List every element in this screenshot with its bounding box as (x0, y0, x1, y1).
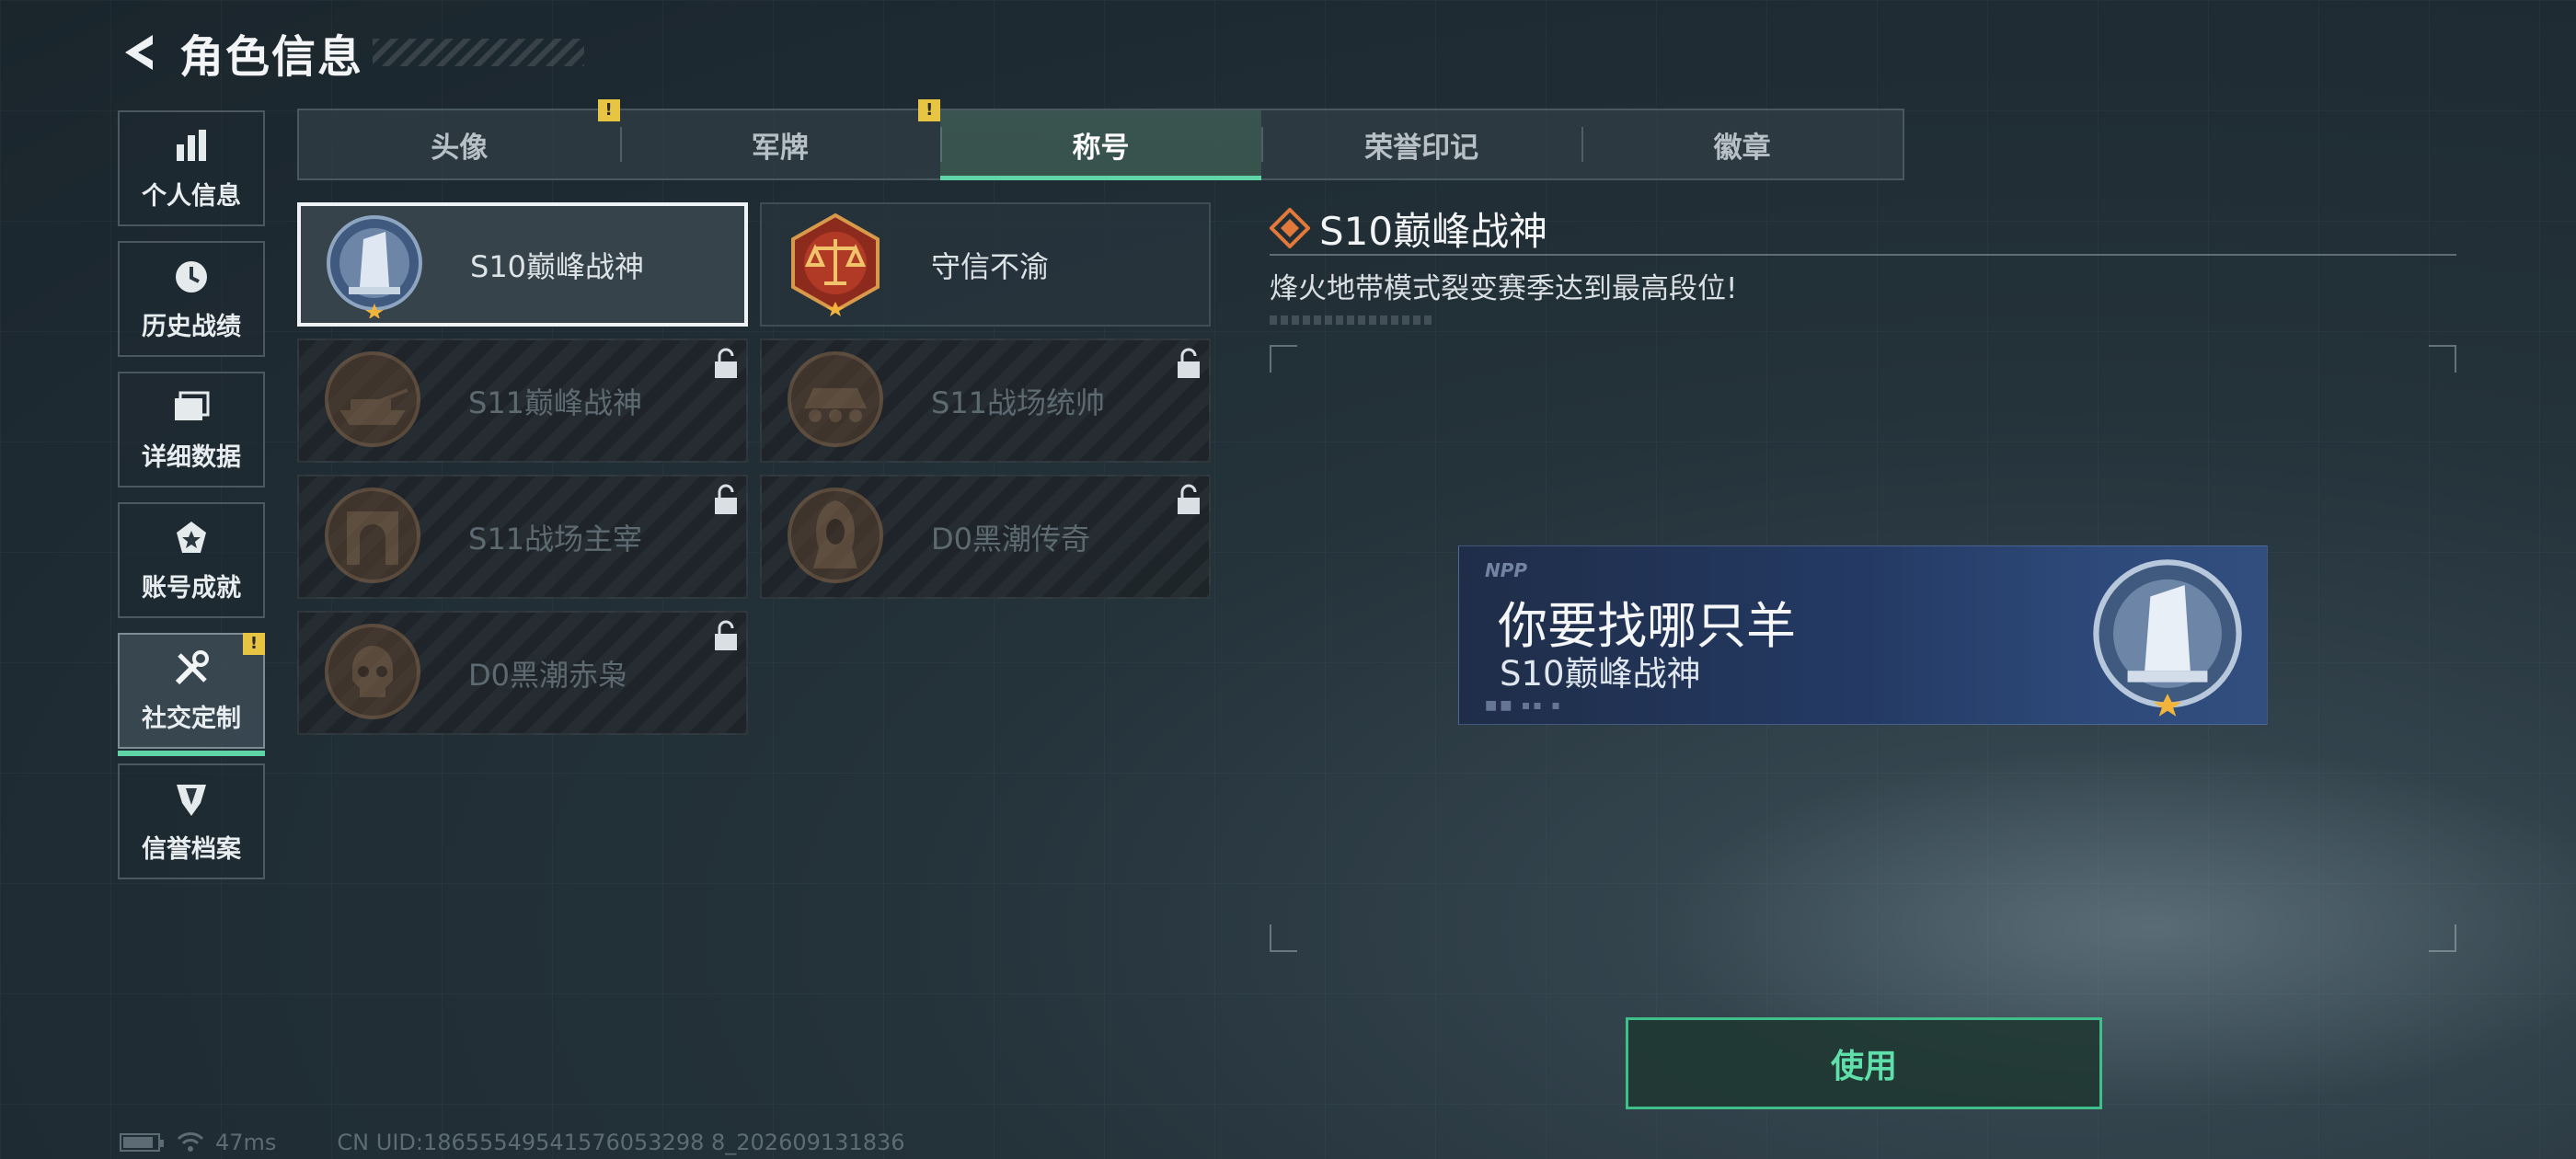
nav-item-social-custom[interactable]: ! 社交定制 (118, 633, 265, 756)
banner-title: S10巅峰战神 (1500, 654, 1701, 694)
title-card[interactable]: S11战场主宰 (297, 475, 748, 599)
title-card[interactable]: S10巅峰战神 (297, 202, 748, 327)
clock-icon (171, 257, 212, 297)
lock-icon (713, 484, 739, 515)
back-arrow-icon (125, 35, 153, 70)
hooded-figure-medal-icon (782, 484, 889, 591)
lock-icon (713, 348, 739, 379)
detail-title: S10巅峰战神 (1319, 208, 1548, 254)
title-label: S10巅峰战神 (470, 248, 645, 284)
nav-item-credit-record[interactable]: 信誉档案 (118, 763, 265, 879)
tank-medal-icon (319, 348, 426, 454)
warning-badge: ! (597, 99, 620, 121)
nameplate-preview: NPP 你要找哪只羊 S10巅峰战神 ■■ ▪▪ ▪ (1458, 545, 2268, 725)
status-footer: 47ms CN UID:18655549541576053298 8_20260… (120, 1130, 905, 1155)
title-label: S11战场统帅 (931, 384, 1106, 420)
folder-icon (171, 387, 212, 428)
title-detail: S10巅峰战神 烽火地带模式裂变赛季达到最高段位! (1270, 202, 2456, 325)
detail-header: S10巅峰战神 (1270, 202, 2456, 256)
title-label: S11巅峰战神 (468, 384, 643, 420)
banner-logo: NPP (1485, 559, 1528, 581)
frame-corner (2429, 924, 2456, 952)
side-nav: 个人信息 历史战绩 详细数据 账号成就 ! 社交定制 信誉档案 (118, 110, 267, 894)
title-decoration (373, 39, 585, 66)
nav-label: 社交定制 (142, 704, 241, 733)
tab-titles[interactable]: 称号 (940, 110, 1261, 180)
decoration-bar (1270, 316, 1433, 325)
tab-label: 头像 (431, 131, 489, 165)
use-button[interactable]: 使用 (1626, 1017, 2102, 1109)
nav-item-detailed-data[interactable]: 详细数据 (118, 372, 265, 488)
apc-medal-icon (782, 348, 889, 454)
nav-label: 详细数据 (142, 442, 241, 472)
title-label: D0黑潮传奇 (931, 521, 1091, 557)
peak-god-medal-icon (321, 212, 428, 319)
tab-label: 军牌 (751, 131, 809, 165)
peak-god-medal-icon (2085, 554, 2250, 719)
wifi-icon (177, 1132, 204, 1152)
tools-icon (171, 648, 212, 689)
scales-medal-icon (782, 212, 889, 318)
page-title: 角色信息 (179, 31, 364, 83)
tab-label: 徽章 (1713, 131, 1771, 165)
tab-avatar[interactable]: 头像 ! (299, 99, 620, 178)
nav-label: 个人信息 (142, 181, 241, 211)
warning-badge: ! (243, 633, 265, 655)
tab-badges[interactable]: 徽章 (1581, 110, 1903, 178)
use-button-label: 使用 (1830, 1048, 1897, 1085)
uid-text: CN UID:18655549541576053298 8_2026091318… (337, 1130, 905, 1155)
frame-corner (1270, 345, 1297, 373)
nav-label: 账号成就 (142, 573, 241, 602)
title-card[interactable]: S11巅峰战神 (297, 339, 748, 463)
title-card[interactable]: D0黑潮传奇 (760, 475, 1211, 599)
banner-code: ■■ ▪▪ ▪ (1485, 698, 1563, 713)
lock-icon (1176, 348, 1202, 379)
title-label: S11战场主宰 (468, 521, 643, 557)
warning-badge: ! (918, 99, 941, 121)
credit-shield-icon (171, 779, 212, 820)
skull-medal-icon (319, 620, 426, 727)
frame-corner (2429, 345, 2456, 373)
detail-description: 烽火地带模式裂变赛季达到最高段位! (1270, 272, 1738, 305)
bar-chart-icon (171, 126, 212, 166)
nav-item-history[interactable]: 历史战绩 (118, 241, 265, 357)
nav-label: 历史战绩 (142, 312, 241, 341)
arch-medal-icon (319, 484, 426, 591)
tab-dog-tag[interactable]: 军牌 ! (619, 99, 941, 178)
ping-value: 47ms (215, 1130, 277, 1155)
lock-icon (713, 620, 739, 651)
title-card[interactable]: 守信不渝 (760, 202, 1211, 327)
frame-corner (1270, 924, 1297, 952)
title-label: 守信不渝 (931, 248, 1050, 284)
nav-label: 信誉档案 (142, 834, 241, 864)
header: 角色信息 (115, 20, 585, 85)
tab-label: 荣誉印记 (1364, 131, 1479, 165)
tab-honor-marks[interactable]: 荣誉印记 (1260, 110, 1582, 178)
nav-item-personal-info[interactable]: 个人信息 (118, 110, 265, 226)
tab-bar: 头像 ! 军牌 ! 称号 荣誉印记 徽章 (297, 99, 1904, 180)
title-label: D0黑潮赤枭 (468, 657, 628, 693)
back-button[interactable] (115, 25, 170, 80)
battery-icon (120, 1133, 164, 1152)
nav-item-achievements[interactable]: 账号成就 (118, 502, 265, 618)
tab-label: 称号 (1072, 131, 1130, 165)
title-card[interactable]: D0黑潮赤枭 (297, 611, 748, 735)
lock-icon (1176, 484, 1202, 515)
title-card[interactable]: S11战场统帅 (760, 339, 1211, 463)
diamond-icon (1270, 208, 1310, 248)
achievement-icon (171, 518, 212, 558)
